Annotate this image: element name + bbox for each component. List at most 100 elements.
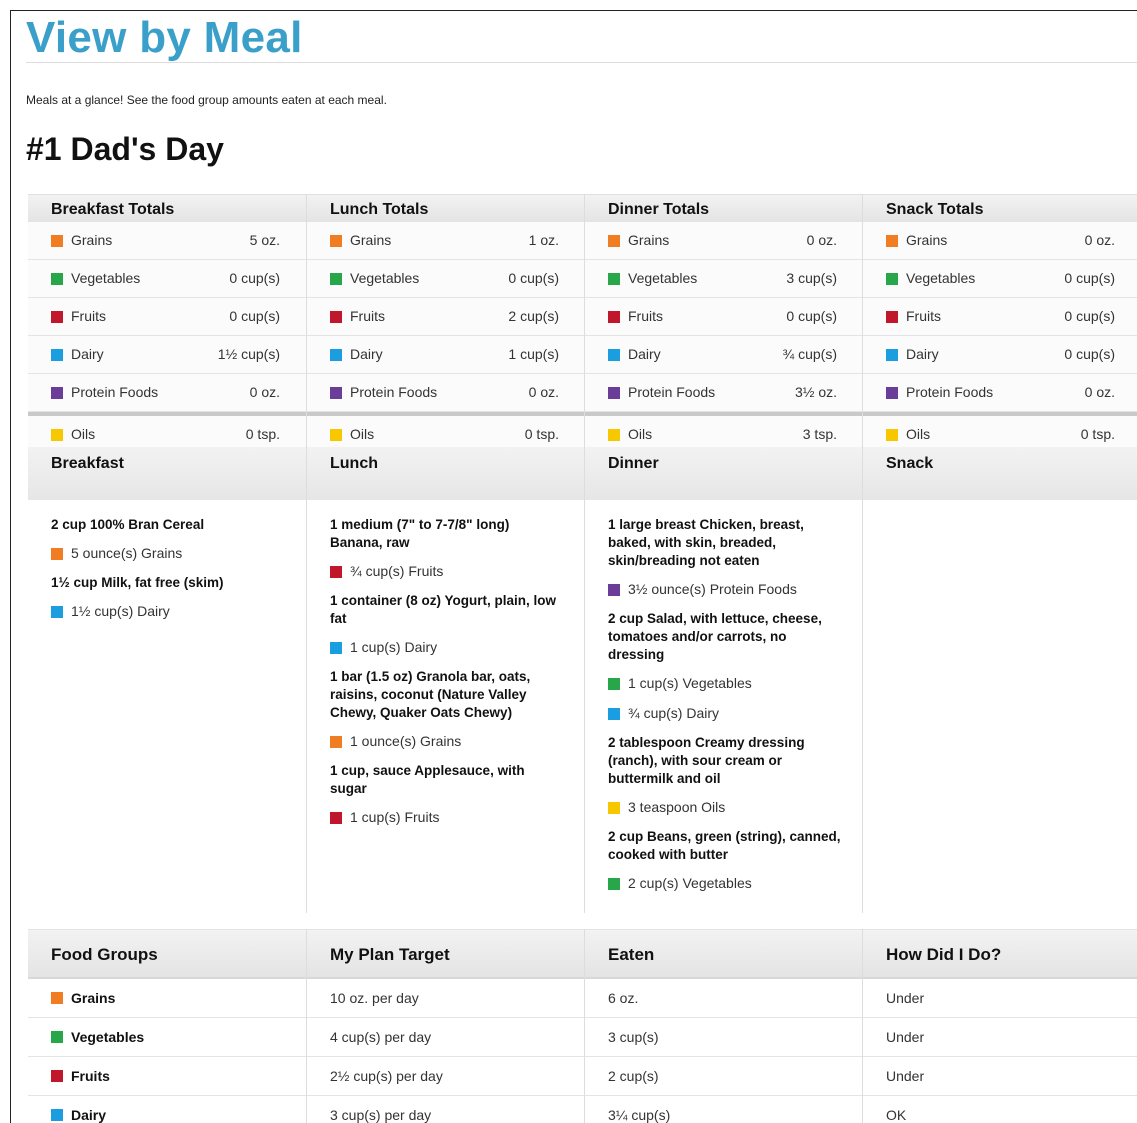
amount-text: 2 cup(s) Vegetables — [628, 875, 752, 891]
table-cell: 6 oz. — [585, 979, 863, 1018]
column-my-plan-target: My Plan Target 10 oz. per day 4 cup(s) per… — [306, 929, 585, 1123]
total-label: Grains — [71, 232, 113, 248]
total-label: Vegetables — [71, 270, 141, 286]
table-cell: 3 cup(s) per day — [307, 1096, 585, 1123]
lunch-meal-heading: Lunch — [307, 447, 585, 500]
food-group-amount: 1 ounce(s) Grains — [330, 732, 565, 750]
amount-text: 1 ounce(s) Grains — [350, 733, 462, 749]
page-frame: View by Meal Meals at a glance! See the … — [10, 10, 1137, 1123]
cell-text: 3 cup(s) — [608, 1029, 659, 1045]
food-group-amount: 1 cup(s) Vegetables — [608, 674, 843, 692]
intro-text: Meals at a glance! See the food group am… — [26, 93, 387, 107]
total-value: 0 oz. — [1084, 232, 1115, 248]
food-item: 1 large breast Chicken, breast, baked, w… — [608, 517, 804, 568]
amount-text: 1 cup(s) Fruits — [350, 809, 440, 825]
table-cell: 2½ cup(s) per day — [307, 1057, 585, 1096]
table-cell: Fruits — [28, 1057, 306, 1096]
total-value: 3 tsp. — [802, 426, 837, 442]
fruits-swatch-icon — [608, 311, 620, 323]
total-value: 0 cup(s) — [786, 308, 837, 324]
dairy-swatch-icon — [51, 1109, 63, 1121]
protein-foods-swatch-icon — [51, 387, 63, 399]
amount-text: 3½ ounce(s) Protein Foods — [628, 581, 797, 597]
dairy-swatch-icon — [608, 349, 620, 361]
total-label: Protein Foods — [628, 384, 716, 400]
total-value: 0 oz. — [1084, 384, 1115, 400]
total-label: Oils — [906, 426, 931, 442]
total-label: Dairy — [350, 346, 383, 362]
total-value: 1 cup(s) — [508, 346, 559, 362]
cell-text: Vegetables — [71, 1029, 145, 1045]
fruits-swatch-icon — [51, 311, 63, 323]
oils-swatch-icon — [608, 802, 620, 814]
dairy-swatch-icon — [51, 606, 63, 618]
dinner-totals-heading: Dinner Totals — [585, 194, 863, 222]
total-value: 0 oz. — [249, 384, 280, 400]
table-cell: OK — [863, 1096, 1137, 1123]
total-value: 0 cup(s) — [1064, 270, 1115, 286]
oils-swatch-icon — [608, 429, 620, 441]
food-group-amount: 3½ ounce(s) Protein Foods — [608, 580, 843, 598]
fruits-swatch-icon — [51, 1070, 63, 1082]
total-value: 3½ oz. — [794, 384, 837, 400]
dinner-totals-column: Dinner Totals Grains 0 oz. Vegetables 3 cup(… — [584, 194, 863, 454]
lunch-totals-heading: Lunch Totals — [307, 194, 585, 222]
food-item: 2 tablespoon Creamy dressing (ranch), wi… — [608, 735, 805, 786]
total-label: Oils — [628, 426, 653, 442]
food-group-amount: 1½ cup(s) Dairy — [51, 602, 286, 620]
dinner-meal-column: Dinner 1 large breast Chicken, breast, ba… — [584, 447, 863, 913]
total-row-dairy: Dairy 1 cup(s) — [307, 336, 585, 374]
fruits-swatch-icon — [886, 311, 898, 323]
meals-grid: Breakfast 2 cup 100% Bran Cereal 5 ounce(s… — [28, 447, 1137, 913]
total-label: Dairy — [71, 346, 104, 362]
vegetables-swatch-icon — [608, 273, 620, 285]
meal-totals-grid: Breakfast Totals Grains 5 oz. Vegetables 0 c… — [28, 194, 1137, 454]
total-row-grains: Grains 5 oz. — [28, 222, 306, 260]
table-cell: 3¼ cup(s) — [585, 1096, 863, 1123]
total-value: 0 cup(s) — [1064, 308, 1115, 324]
total-value: 2 cup(s) — [508, 308, 559, 324]
total-row-vegetables: Vegetables 0 cup(s) — [28, 260, 306, 298]
oils-swatch-icon — [51, 429, 63, 441]
dairy-swatch-icon — [608, 708, 620, 720]
total-row-fruits: Fruits 0 cup(s) — [863, 298, 1137, 336]
total-label: Protein Foods — [906, 384, 994, 400]
cell-text: Grains — [71, 990, 116, 1006]
total-label: Fruits — [628, 308, 663, 324]
total-row-vegetables: Vegetables 0 cup(s) — [307, 260, 585, 298]
protein-foods-swatch-icon — [886, 387, 898, 399]
table-cell: 3 cup(s) — [585, 1018, 863, 1057]
vegetables-swatch-icon — [51, 273, 63, 285]
grains-swatch-icon — [330, 235, 342, 247]
column-header-how-did-i-do: How Did I Do? — [863, 929, 1137, 979]
total-row-dairy: Dairy ¾ cup(s) — [585, 336, 863, 374]
breakfast-meal-column: Breakfast 2 cup 100% Bran Cereal 5 ounce(s… — [28, 447, 306, 913]
total-row-protein-foods: Protein Foods 0 oz. — [863, 374, 1137, 412]
total-label: Oils — [350, 426, 375, 442]
grains-swatch-icon — [51, 992, 63, 1004]
total-value: ¾ cup(s) — [782, 346, 837, 362]
total-label: Fruits — [906, 308, 941, 324]
day-title: #1 Dad's Day — [26, 131, 224, 167]
cell-text: 4 cup(s) per day — [330, 1029, 432, 1045]
food-group-amount: 5 ounce(s) Grains — [51, 544, 286, 562]
total-label: Fruits — [350, 308, 385, 324]
total-label: Oils — [71, 426, 96, 442]
vegetables-swatch-icon — [330, 273, 342, 285]
fruits-swatch-icon — [330, 812, 342, 824]
food-group-amount: 1 cup(s) Fruits — [330, 808, 565, 826]
dairy-swatch-icon — [886, 349, 898, 361]
meal-items: 2 cup 100% Bran Cereal 5 ounce(s) Grains 1… — [28, 500, 306, 620]
total-row-vegetables: Vegetables 3 cup(s) — [585, 260, 863, 298]
table-cell: Under — [863, 979, 1137, 1018]
page-title: View by Meal — [26, 13, 303, 62]
food-group-amount: 3 teaspoon Oils — [608, 798, 843, 816]
breakfast-totals-column: Breakfast Totals Grains 5 oz. Vegetables 0 c… — [28, 194, 306, 454]
vegetables-swatch-icon — [51, 1031, 63, 1043]
meal-items — [863, 500, 1137, 516]
total-value: 0 cup(s) — [229, 270, 280, 286]
total-row-protein-foods: Protein Foods 0 oz. — [307, 374, 585, 412]
cell-text: 3 cup(s) per day — [330, 1107, 432, 1123]
food-group-amount: 1 cup(s) Dairy — [330, 638, 565, 656]
table-cell: 2 cup(s) — [585, 1057, 863, 1096]
